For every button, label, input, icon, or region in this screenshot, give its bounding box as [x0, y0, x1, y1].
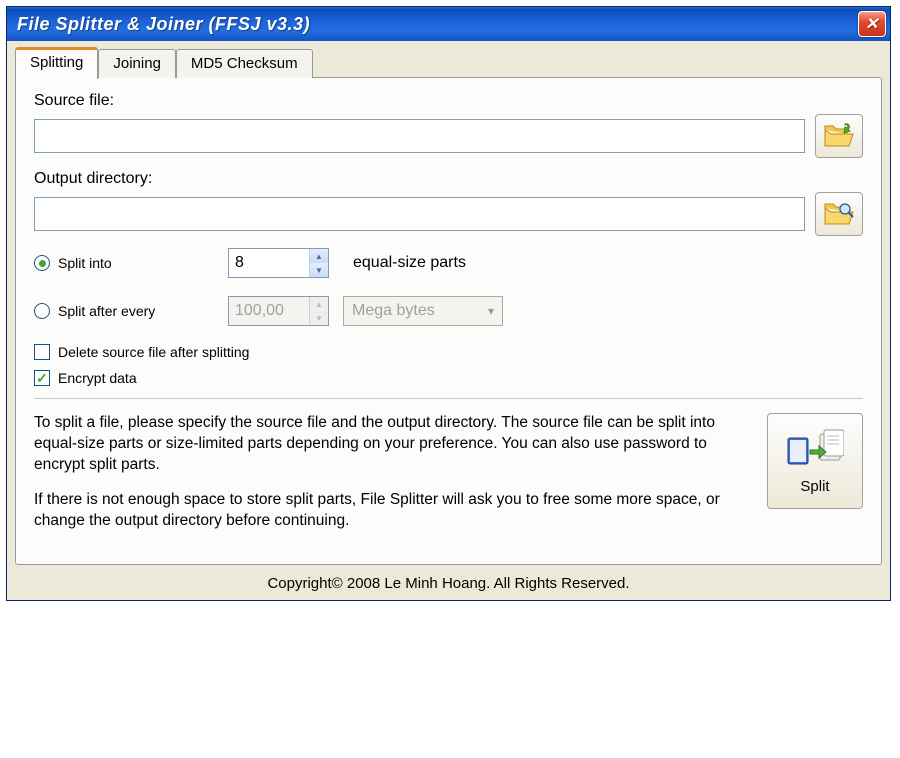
- delete-source-label: Delete source file after splitting: [58, 344, 249, 360]
- output-dir-input[interactable]: [34, 197, 805, 231]
- source-file-label: Source file:: [34, 92, 863, 110]
- radio-split-after-label: Split after every: [58, 303, 155, 319]
- output-dir-label: Output directory:: [34, 170, 863, 188]
- radio-split-after[interactable]: Split after every: [34, 303, 214, 319]
- encrypt-data-label: Encrypt data: [58, 370, 137, 386]
- app-window: File Splitter & Joiner (FFSJ v3.3) ✕ Spl…: [6, 6, 891, 601]
- close-icon: ✕: [865, 14, 879, 34]
- size-up-button: ▲: [310, 297, 328, 311]
- size-unit-value: Mega bytes: [352, 302, 435, 320]
- parts-up-button[interactable]: ▲: [310, 249, 328, 263]
- chevron-down-icon: ▾: [488, 304, 494, 318]
- close-button[interactable]: ✕: [858, 11, 886, 37]
- folder-search-icon: [823, 200, 855, 228]
- tab-joining[interactable]: Joining: [98, 49, 176, 78]
- source-file-input[interactable]: [34, 119, 805, 153]
- separator: [34, 398, 863, 399]
- radio-split-into-indicator: [34, 255, 50, 271]
- tab-strip: Splitting Joining MD5 Checksum: [15, 47, 882, 78]
- help-paragraph-1: To split a file, please specify the sour…: [34, 413, 753, 476]
- tab-splitting[interactable]: Splitting: [15, 47, 98, 79]
- radio-split-after-indicator: [34, 303, 50, 319]
- radio-split-into[interactable]: Split into: [34, 255, 214, 271]
- equal-parts-label: equal-size parts: [353, 254, 466, 272]
- parts-down-button[interactable]: ▼: [310, 263, 328, 277]
- size-value-input: [229, 297, 309, 325]
- help-text: To split a file, please specify the sour…: [34, 413, 753, 546]
- folder-open-icon: [823, 122, 855, 150]
- size-value-spinner: ▲ ▼: [228, 296, 329, 326]
- titlebar[interactable]: File Splitter & Joiner (FFSJ v3.3) ✕: [7, 7, 890, 41]
- delete-source-checkbox[interactable]: Delete source file after splitting: [34, 344, 863, 360]
- browse-output-button[interactable]: [815, 192, 863, 236]
- encrypt-data-checkbox[interactable]: Encrypt data: [34, 370, 863, 386]
- help-paragraph-2: If there is not enough space to store sp…: [34, 490, 753, 532]
- tab-md5[interactable]: MD5 Checksum: [176, 49, 313, 78]
- parts-count-input[interactable]: [229, 249, 309, 277]
- window-title: File Splitter & Joiner (FFSJ v3.3): [17, 14, 858, 35]
- delete-source-indicator: [34, 344, 50, 360]
- split-button-label: Split: [800, 478, 829, 495]
- client-area: Splitting Joining MD5 Checksum Source fi…: [7, 41, 890, 600]
- browse-source-button[interactable]: [815, 114, 863, 158]
- split-button[interactable]: Split: [767, 413, 863, 509]
- radio-split-into-label: Split into: [58, 255, 112, 271]
- size-unit-select: Mega bytes ▾: [343, 296, 503, 326]
- parts-count-spinner[interactable]: ▲ ▼: [228, 248, 329, 278]
- tabpanel-splitting: Source file: Output directory:: [15, 77, 882, 565]
- footer-copyright: Copyright© 2008 Le Minh Hoang. All Right…: [15, 565, 882, 596]
- split-icon: [786, 428, 844, 472]
- size-down-button: ▼: [310, 311, 328, 325]
- encrypt-data-indicator: [34, 370, 50, 386]
